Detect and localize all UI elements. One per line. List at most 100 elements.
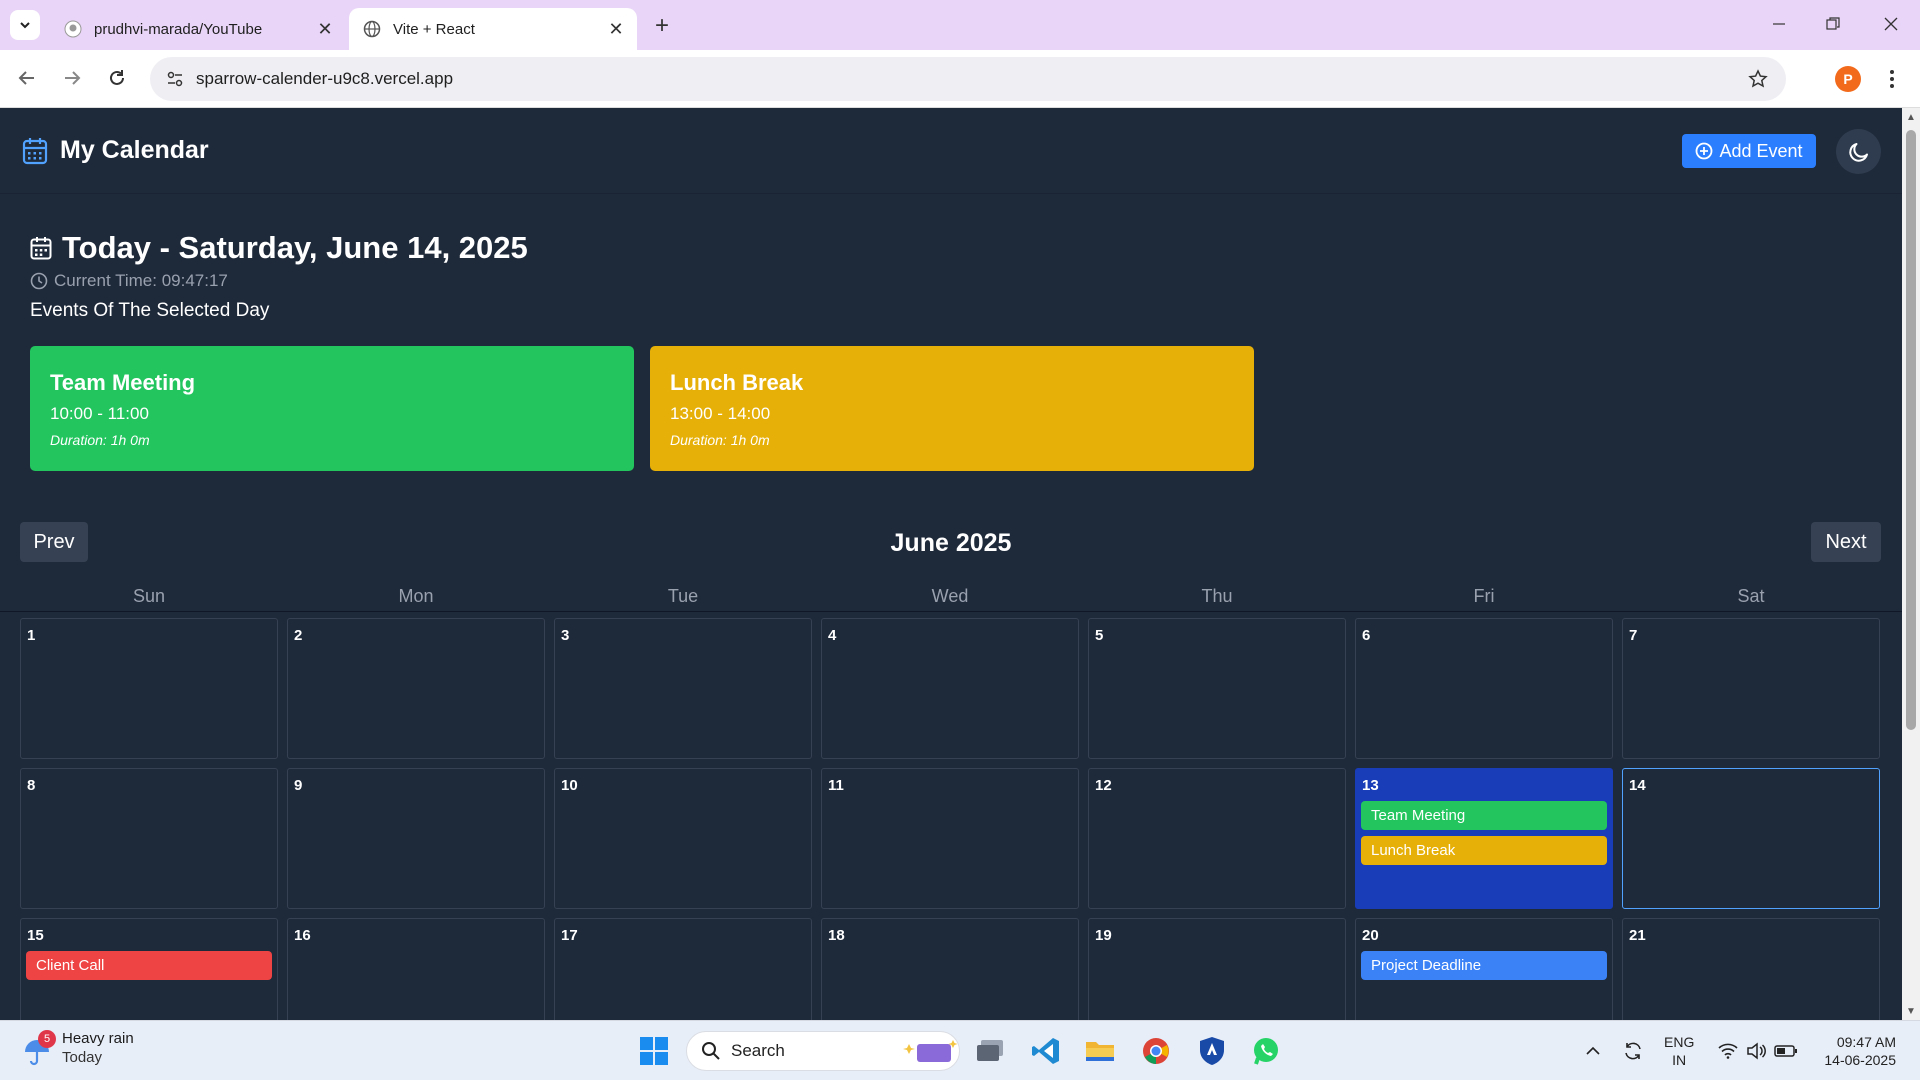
day-number: 8: [27, 777, 36, 794]
volume-icon[interactable]: [1744, 1031, 1768, 1071]
github-icon: [64, 20, 82, 38]
add-event-button[interactable]: Add Event: [1682, 134, 1816, 168]
day-cell[interactable]: 1: [20, 618, 278, 759]
day-cell[interactable]: 18: [821, 918, 1079, 1020]
arrow-left-icon: [18, 71, 34, 85]
weekday-label: Wed: [931, 586, 969, 606]
close-icon[interactable]: ✕: [314, 18, 336, 40]
taskbar-clock[interactable]: 09:47 AM 14-06-2025: [1816, 1033, 1896, 1069]
search-label: Search: [731, 1041, 785, 1060]
tab-vite-react[interactable]: Vite + React ✕: [349, 8, 637, 50]
language-code: ENG: [1664, 1034, 1695, 1050]
day-number: 4: [828, 627, 837, 644]
site-settings-icon[interactable]: [164, 68, 186, 90]
calendar-event-pill[interactable]: Client Call: [26, 951, 272, 980]
day-cell[interactable]: 8: [20, 768, 278, 909]
back-button[interactable]: [11, 62, 43, 94]
browser-menu-button[interactable]: [1880, 64, 1904, 94]
chevron-down-icon: [20, 22, 30, 29]
day-cell[interactable]: 5: [1088, 618, 1346, 759]
day-cell[interactable]: 12: [1088, 768, 1346, 909]
moon-icon: [1848, 142, 1868, 162]
day-number: 11: [828, 777, 844, 794]
day-cell[interactable]: 11: [821, 768, 1079, 909]
event-duration: Duration: 1h 0m: [50, 432, 150, 448]
day-number: 14: [1629, 777, 1646, 794]
chrome-taskbar-button[interactable]: [1136, 1031, 1176, 1071]
day-cell[interactable]: 15 Client Call: [20, 918, 278, 1020]
theme-toggle-button[interactable]: [1836, 129, 1881, 174]
whatsapp-taskbar-button[interactable]: [1246, 1031, 1286, 1071]
weather-widget[interactable]: 5 Heavy rain Today: [22, 1029, 134, 1067]
taskbar-search-box[interactable]: Search: [686, 1031, 960, 1071]
battery-icon[interactable]: [1772, 1031, 1800, 1071]
weather-title: Heavy rain: [62, 1030, 134, 1047]
day-cell[interactable]: 19: [1088, 918, 1346, 1020]
calendar-app: My Calendar Add Event Today - Saturday, …: [0, 108, 1902, 1020]
app-brand: My Calendar: [22, 136, 209, 165]
input-language-indicator[interactable]: ENG IN: [1664, 1033, 1694, 1069]
calendar-event-pill[interactable]: Team Meeting: [1361, 801, 1607, 830]
weekday-label: Mon: [398, 586, 434, 606]
vscode-taskbar-button[interactable]: [1026, 1031, 1066, 1071]
minimize-button[interactable]: [1756, 6, 1802, 42]
event-card[interactable]: Team Meeting 10:00 - 11:00 Duration: 1h …: [30, 346, 634, 471]
day-cell[interactable]: 7: [1622, 618, 1880, 759]
calendar-event-pill[interactable]: Project Deadline: [1361, 951, 1607, 980]
forward-button[interactable]: [56, 62, 88, 94]
close-icon[interactable]: ✕: [605, 18, 627, 40]
next-month-button[interactable]: Next: [1811, 522, 1881, 562]
file-explorer-taskbar-button[interactable]: [1080, 1031, 1120, 1071]
scrollbar-thumb[interactable]: [1906, 130, 1916, 730]
day-cell[interactable]: 2: [287, 618, 545, 759]
bookmark-star-icon[interactable]: [1746, 67, 1770, 91]
day-cell[interactable]: 13 Team Meeting Lunch Break: [1355, 768, 1613, 909]
day-number: 6: [1362, 627, 1371, 644]
day-number: 5: [1095, 627, 1104, 644]
reload-button[interactable]: [101, 62, 133, 94]
day-number: 16: [294, 927, 311, 944]
vscode-icon: [1032, 1038, 1059, 1064]
task-view-button[interactable]: [970, 1031, 1010, 1071]
copilot-sparkle-icon: [902, 1038, 959, 1064]
os-taskbar: 5 Heavy rain Today Search ENG IN 09:47 A…: [0, 1020, 1920, 1080]
day-cell[interactable]: 4: [821, 618, 1079, 759]
close-window-button[interactable]: [1868, 6, 1914, 42]
show-hidden-icons-button[interactable]: [1582, 1031, 1604, 1071]
day-cell[interactable]: 16: [287, 918, 545, 1020]
start-button[interactable]: [634, 1031, 674, 1071]
app-header: My Calendar Add Event: [0, 108, 1902, 194]
tab-search-dropdown-button[interactable]: [10, 10, 40, 40]
weather-subtitle: Today: [62, 1049, 103, 1066]
day-cell[interactable]: 20 Project Deadline: [1355, 918, 1613, 1020]
scroll-down-icon[interactable]: ▼: [1905, 1005, 1917, 1017]
event-card[interactable]: Lunch Break 13:00 - 14:00 Duration: 1h 0…: [650, 346, 1254, 471]
new-tab-button[interactable]: +: [648, 12, 676, 40]
tab-github[interactable]: prudhvi-marada/YouTube ✕: [50, 8, 346, 50]
add-event-label: Add Event: [1719, 140, 1803, 161]
day-number: 12: [1095, 777, 1112, 794]
vpn-shield-taskbar-button[interactable]: [1192, 1031, 1232, 1071]
close-icon: [1884, 17, 1898, 31]
day-cell[interactable]: 9: [287, 768, 545, 909]
restore-button[interactable]: [1810, 6, 1856, 42]
profile-avatar[interactable]: P: [1835, 66, 1861, 92]
page-scrollbar[interactable]: ▲ ▼: [1902, 108, 1920, 1020]
day-cell[interactable]: 6: [1355, 618, 1613, 759]
day-cell[interactable]: 17: [554, 918, 812, 1020]
day-cell[interactable]: 10: [554, 768, 812, 909]
day-cell[interactable]: 3: [554, 618, 812, 759]
arrow-right-icon: [65, 71, 81, 85]
day-cell[interactable]: 14: [1622, 768, 1880, 909]
plus-circle-icon: [1695, 142, 1713, 160]
sync-status-icon[interactable]: [1620, 1031, 1646, 1071]
event-time: 10:00 - 11:00: [50, 404, 149, 423]
minimize-icon: [1773, 23, 1785, 25]
day-cell[interactable]: 21: [1622, 918, 1880, 1020]
scroll-up-icon[interactable]: ▲: [1905, 111, 1917, 123]
calendar-event-pill[interactable]: Lunch Break: [1361, 836, 1607, 865]
wifi-icon[interactable]: [1716, 1031, 1740, 1071]
address-bar[interactable]: sparrow-calender-u9c8.vercel.app: [150, 57, 1786, 101]
event-time: 13:00 - 14:00: [670, 404, 771, 423]
browser-tab-bar: prudhvi-marada/YouTube ✕ Vite + React ✕ …: [0, 0, 1920, 50]
